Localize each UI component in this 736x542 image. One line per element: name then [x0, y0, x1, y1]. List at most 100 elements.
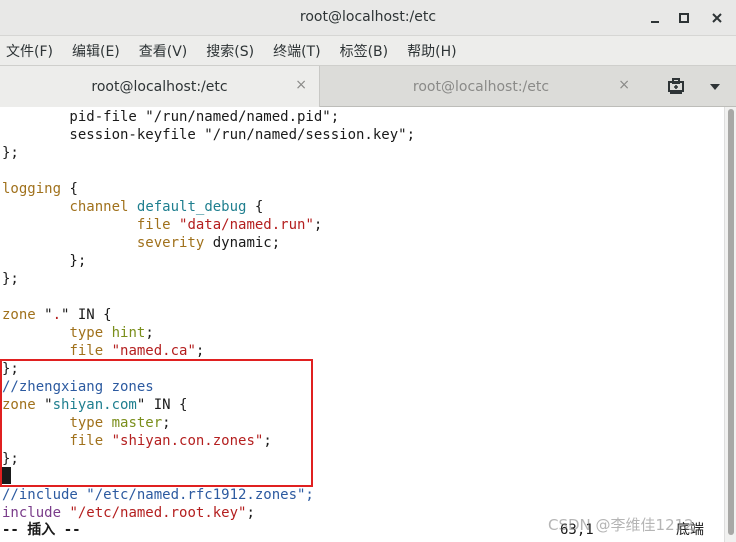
tab-active[interactable]: root@localhost:/etc ×	[0, 66, 320, 107]
terminal-line: include "/etc/named.root.key";	[2, 504, 255, 522]
terminal-window: root@localhost:/etc 文件(F) 编辑(E) 查看(V) 搜索…	[0, 0, 736, 542]
code-token: .	[52, 307, 62, 323]
code-token: shiyan.com	[52, 397, 137, 413]
code-token: ;	[145, 325, 154, 341]
code-token: file	[136, 217, 171, 233]
code-token: include	[2, 505, 62, 521]
menu-tabs[interactable]: 标签(B)	[337, 39, 392, 63]
menu-terminal[interactable]: 终端(T)	[270, 39, 323, 63]
code-token: };	[2, 145, 19, 161]
code-token: "named.ca"	[111, 343, 196, 359]
tab-label: root@localhost:/etc	[91, 78, 228, 95]
code-token: ;	[246, 505, 255, 521]
code-token: logging	[2, 181, 62, 197]
terminal-line: //include "/etc/named.rfc1912.zones";	[2, 486, 314, 504]
code-token: };	[2, 361, 19, 377]
code-token: master	[111, 415, 163, 431]
code-token: dynamic;	[204, 235, 281, 251]
menu-bar: 文件(F) 编辑(E) 查看(V) 搜索(S) 终端(T) 标签(B) 帮助(H…	[0, 36, 736, 65]
menu-file[interactable]: 文件(F)	[3, 39, 56, 63]
code-token: ;	[162, 415, 171, 431]
menu-help[interactable]: 帮助(H)	[404, 39, 459, 63]
maximize-icon[interactable]	[674, 8, 694, 28]
terminal-line: pid-file "/run/named/named.pid";	[2, 108, 339, 126]
terminal-line: };	[2, 450, 19, 468]
code-token: " IN {	[136, 397, 188, 413]
code-token: channel	[69, 199, 129, 215]
terminal-line: };	[2, 360, 19, 378]
terminal-line: file "data/named.run";	[2, 216, 322, 234]
code-token: file	[69, 343, 104, 359]
title-bar: root@localhost:/etc	[0, 0, 736, 36]
code-token: //zhengxiang zones	[2, 379, 154, 395]
code-token: ;	[263, 433, 272, 449]
vertical-scrollbar[interactable]	[724, 107, 736, 542]
code-token: ;	[313, 217, 323, 233]
watermark: CSDN @李维佳1212	[548, 516, 694, 534]
code-token: };	[2, 253, 87, 269]
code-token: {	[246, 199, 264, 215]
code-token: //include "/etc/named.rfc1912.zones";	[2, 487, 314, 503]
terminal-line: };	[2, 252, 86, 270]
menu-search[interactable]: 搜索(S)	[203, 39, 257, 63]
code-token: hint	[111, 325, 146, 341]
code-token: file	[69, 433, 104, 449]
terminal-line: type hint;	[2, 324, 154, 342]
menu-edit[interactable]: 编辑(E)	[69, 39, 123, 63]
terminal-line: //zhengxiang zones	[2, 378, 154, 396]
code-token: type	[69, 415, 104, 431]
terminal-line: logging {	[2, 180, 78, 198]
code-token: default_debug	[136, 199, 247, 215]
tab-label: root@localhost:/etc	[412, 78, 550, 95]
code-token: severity	[136, 235, 205, 251]
tab-inactive[interactable]: root@localhost:/etc ×	[320, 66, 642, 107]
code-token: };	[2, 451, 19, 467]
code-token: };	[2, 271, 19, 287]
terminal-content[interactable]: pid-file "/run/named/named.pid"; session…	[0, 107, 724, 542]
code-token: {	[61, 181, 78, 197]
terminal-line: type master;	[2, 414, 171, 432]
window-title: root@localhost:/etc	[299, 9, 437, 25]
terminal-line: zone "." IN {	[2, 306, 112, 324]
code-token: "	[35, 307, 53, 323]
code-token: ;	[195, 343, 205, 359]
code-token: type	[69, 325, 104, 341]
code-token: "shiyan.con.zones"	[111, 433, 264, 449]
tab-bar: root@localhost:/etc × root@localhost:/et…	[0, 65, 736, 107]
terminal-line: severity dynamic;	[2, 234, 280, 252]
code-token: pid-file "/run/named/named.pid";	[2, 109, 340, 125]
scrollbar-thumb[interactable]	[728, 109, 734, 535]
terminal-line: };	[2, 144, 19, 162]
tab-close-icon[interactable]: ×	[295, 77, 307, 93]
vim-mode-indicator: -- 插入 --	[2, 522, 81, 538]
terminal-line: zone "shiyan.com" IN {	[2, 396, 187, 414]
code-token: zone	[2, 307, 36, 323]
code-token: " IN {	[61, 307, 112, 323]
text-cursor	[2, 467, 11, 484]
menu-view[interactable]: 查看(V)	[136, 39, 191, 63]
tab-close-icon[interactable]: ×	[618, 77, 630, 93]
code-token: "	[35, 397, 53, 413]
close-icon[interactable]	[707, 8, 727, 28]
new-tab-icon[interactable]	[664, 75, 688, 99]
terminal-line: channel default_debug {	[2, 198, 263, 216]
chevron-down-icon[interactable]	[703, 75, 727, 99]
code-token: "data/named.run"	[179, 217, 314, 233]
code-token: "/etc/named.root.key"	[69, 505, 247, 521]
terminal-line: };	[2, 270, 19, 288]
code-token: session-keyfile "/run/named/session.key"…	[2, 127, 416, 143]
minimize-icon[interactable]	[645, 8, 665, 28]
